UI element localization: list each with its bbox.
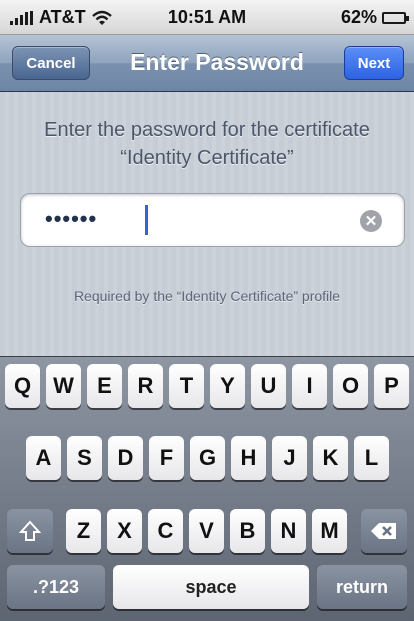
key-t[interactable]: T xyxy=(169,364,204,408)
key-i[interactable]: I xyxy=(292,364,327,408)
prompt-line-2: “Identity Certificate” xyxy=(120,147,294,169)
key-c[interactable]: C xyxy=(148,509,183,553)
key-g[interactable]: G xyxy=(190,436,225,480)
key-s[interactable]: S xyxy=(67,436,102,480)
key-e[interactable]: E xyxy=(87,364,122,408)
status-right: 62% xyxy=(340,7,409,28)
required-by-text: Required by the “Identity Certificate” p… xyxy=(73,288,341,304)
numbers-key[interactable]: .?123 xyxy=(7,565,105,609)
key-l[interactable]: L xyxy=(354,436,389,480)
space-key[interactable]: space xyxy=(113,565,309,609)
key-d[interactable]: D xyxy=(108,436,143,480)
key-p[interactable]: P xyxy=(374,364,409,408)
text-caret xyxy=(145,205,148,235)
password-value: •••••• xyxy=(45,206,98,231)
battery-percent: 62% xyxy=(340,7,377,27)
navigation-bar: Cancel Enter Password Next xyxy=(0,35,414,92)
password-panel: Enter the password for the certificate “… xyxy=(0,92,414,356)
cancel-button[interactable]: Cancel xyxy=(12,46,90,80)
key-b[interactable]: B xyxy=(230,509,265,553)
delete-key[interactable] xyxy=(361,509,407,553)
key-z[interactable]: Z xyxy=(66,509,101,553)
page-title: Enter Password xyxy=(130,49,304,75)
key-o[interactable]: O xyxy=(333,364,368,408)
key-q[interactable]: Q xyxy=(5,364,40,408)
key-n[interactable]: N xyxy=(271,509,306,553)
keyboard: QWERTYUIOP ASDFGHJKL ZXCVBNM .?123 space… xyxy=(0,356,414,621)
status-bar: AT&T 10:51 AM 62% xyxy=(0,0,414,35)
key-r[interactable]: R xyxy=(128,364,163,408)
next-button[interactable]: Next xyxy=(344,46,404,80)
prompt-line-1: Enter the password for the certificate xyxy=(44,119,370,141)
delete-icon xyxy=(371,523,396,539)
shift-key[interactable] xyxy=(7,509,53,553)
shift-icon xyxy=(19,520,41,541)
key-j[interactable]: J xyxy=(272,436,307,480)
password-field[interactable]: •••••• ✕ xyxy=(20,193,405,247)
password-prompt: Enter the password for the certificate “… xyxy=(10,116,404,172)
key-y[interactable]: Y xyxy=(210,364,245,408)
return-key[interactable]: return xyxy=(317,565,407,609)
key-f[interactable]: F xyxy=(149,436,184,480)
key-k[interactable]: K xyxy=(313,436,348,480)
key-w[interactable]: W xyxy=(46,364,81,408)
key-u[interactable]: U xyxy=(251,364,286,408)
key-v[interactable]: V xyxy=(189,509,224,553)
key-x[interactable]: X xyxy=(107,509,142,553)
key-a[interactable]: A xyxy=(26,436,61,480)
key-m[interactable]: M xyxy=(312,509,347,553)
key-h[interactable]: H xyxy=(231,436,266,480)
clear-icon[interactable]: ✕ xyxy=(360,210,382,232)
battery-icon xyxy=(382,11,409,24)
